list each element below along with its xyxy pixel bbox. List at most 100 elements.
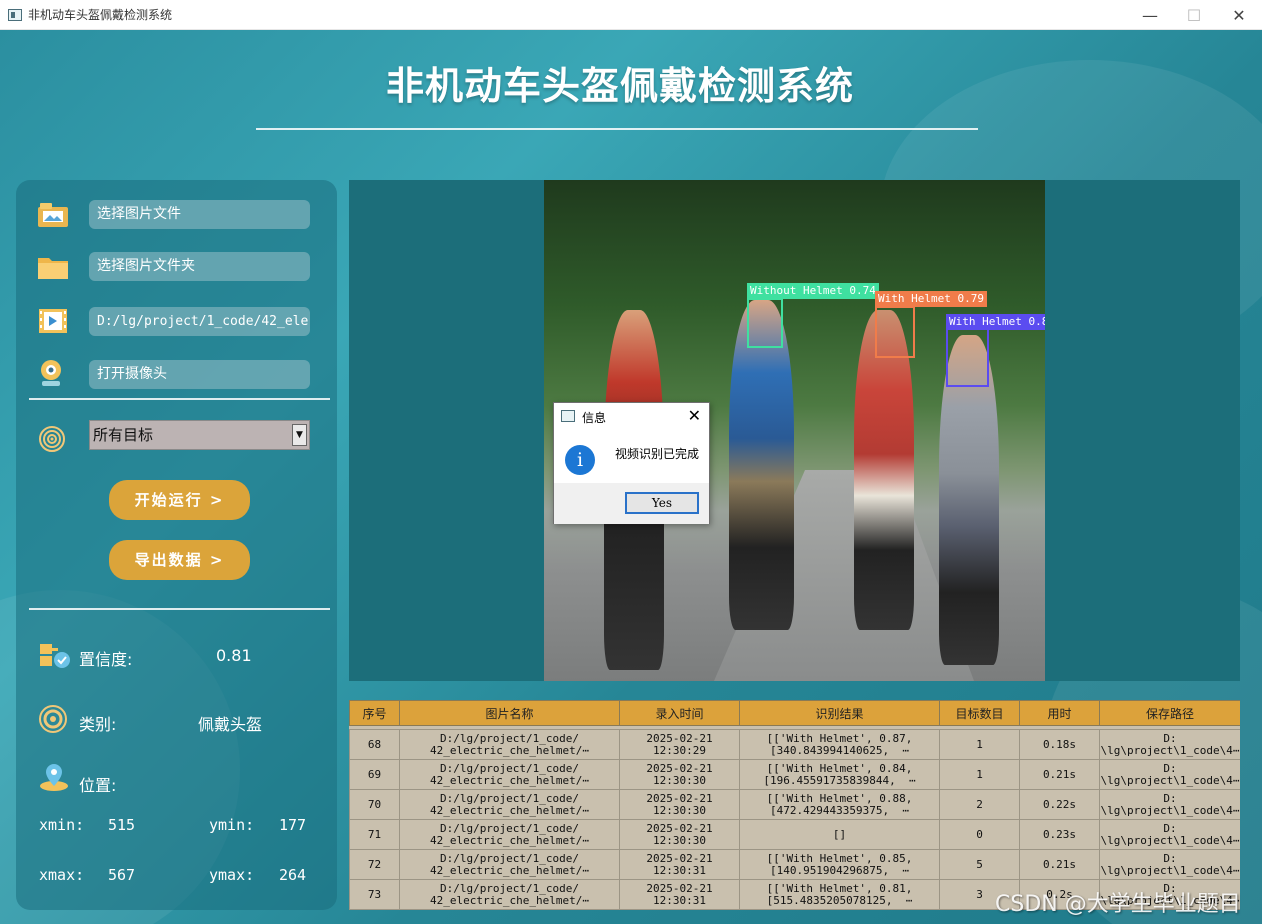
- detection-box: [946, 328, 989, 387]
- category-label: 类别:: [79, 715, 117, 734]
- table-cell: D:/lg/project/1_code/ 42_electric_che_he…: [399, 849, 620, 880]
- target-icon: [39, 426, 65, 452]
- close-button[interactable]: ✕: [1216, 0, 1262, 30]
- dialog-message: 视频识别已完成: [615, 447, 700, 461]
- export-button[interactable]: 导出数据 >: [109, 540, 250, 580]
- maximize-button[interactable]: ☐: [1171, 0, 1217, 30]
- xmin-label: xmin:: [39, 816, 85, 834]
- table-cell: D:/lg/project/1_code/ 42_electric_che_he…: [399, 789, 620, 820]
- video-path-field[interactable]: D:/lg/project/1_code/42_ele: [89, 307, 310, 336]
- table-cell: [['With Helmet', 0.84, [196.455917358398…: [739, 759, 940, 790]
- table-cell: D: \lg\project\1_code\4⋯: [1099, 729, 1240, 760]
- dialog-app-icon: [561, 410, 575, 422]
- title-divider: [256, 128, 978, 130]
- table-cell: 71: [349, 819, 400, 850]
- ymax-label: ymax:: [209, 866, 255, 884]
- column-header[interactable]: 图片名称: [399, 700, 620, 726]
- results-table[interactable]: 序号 图片名称 录入时间 识别结果 目标数目 用时 保存路径 68 D:/lg/…: [349, 700, 1240, 910]
- table-cell: 0.21s: [1019, 849, 1100, 880]
- chevron-down-icon[interactable]: ▼: [292, 424, 307, 446]
- watermark-text: CSDN @大学生毕业题目: [995, 892, 1241, 917]
- table-cell: 2025-02-21 12:30:31: [619, 879, 740, 910]
- xmax-label: xmax:: [39, 866, 85, 884]
- yes-button[interactable]: Yes: [625, 492, 699, 514]
- start-button[interactable]: 开始运行 >: [109, 480, 250, 520]
- confidence-icon: [40, 644, 70, 668]
- select-folder-button[interactable]: 选择图片文件夹: [89, 252, 310, 281]
- camera-icon: [41, 360, 61, 386]
- panel-divider: [29, 608, 330, 610]
- table-cell: 2025-02-21 12:30:29: [619, 729, 740, 760]
- table-cell: 1: [939, 729, 1020, 760]
- table-cell: D: \lg\project\1_code\4⋯: [1099, 789, 1240, 820]
- target-select-value: 所有目标: [93, 426, 154, 444]
- table-cell: D:/lg/project/1_code/ 42_electric_che_he…: [399, 729, 620, 760]
- table-row[interactable]: 68 D:/lg/project/1_code/ 42_electric_che…: [349, 729, 1240, 760]
- column-header[interactable]: 用时: [1019, 700, 1100, 726]
- target-select[interactable]: 所有目标 ▼: [89, 420, 310, 450]
- panel-divider: [29, 398, 330, 400]
- table-row[interactable]: 70 D:/lg/project/1_code/ 42_electric_che…: [349, 789, 1240, 820]
- info-icon: i: [565, 445, 595, 475]
- column-header[interactable]: 录入时间: [619, 700, 740, 726]
- select-image-button[interactable]: 选择图片文件: [89, 200, 310, 229]
- table-cell: [['With Helmet', 0.85, [140.951904296875…: [739, 849, 940, 880]
- confidence-label: 置信度:: [79, 650, 133, 669]
- table-cell: 70: [349, 789, 400, 820]
- cyclist-figure: [854, 310, 914, 630]
- table-cell: 2025-02-21 12:30:30: [619, 759, 740, 790]
- table-row[interactable]: 71 D:/lg/project/1_code/ 42_electric_che…: [349, 819, 1240, 850]
- table-cell: D:/lg/project/1_code/ 42_electric_che_he…: [399, 819, 620, 850]
- table-cell: 0.23s: [1019, 819, 1100, 850]
- table-cell: [['With Helmet', 0.81, [515.483520507812…: [739, 879, 940, 910]
- ymin-label: ymin:: [209, 816, 255, 834]
- window-title: 非机动车头盔佩戴检测系统: [28, 8, 173, 22]
- control-panel: 选择图片文件 选择图片文件夹 D:/lg/project/1_code/42_e…: [16, 180, 337, 910]
- open-camera-button[interactable]: 打开摄像头: [89, 360, 310, 389]
- dialog-title: 信息: [582, 411, 607, 425]
- table-cell: 73: [349, 879, 400, 910]
- xmax-value: 567: [108, 866, 136, 884]
- category-value: 佩戴头盔: [198, 715, 263, 734]
- table-cell: [['With Helmet', 0.87, [340.843994140625…: [739, 729, 940, 760]
- column-header[interactable]: 识别结果: [739, 700, 940, 726]
- column-header[interactable]: 保存路径: [1099, 700, 1240, 726]
- table-cell: 0: [939, 819, 1020, 850]
- image-display-panel: Without Helmet 0.74 With Helmet 0.79 Wit…: [349, 180, 1240, 681]
- table-cell: 2: [939, 789, 1020, 820]
- info-dialog: 信息 ✕ i 视频识别已完成 Yes: [553, 402, 710, 524]
- dialog-close-button[interactable]: ✕: [688, 406, 701, 425]
- category-icon: [39, 705, 67, 733]
- location-pin-icon: [40, 764, 68, 791]
- ymin-value: 177: [279, 816, 307, 834]
- column-header[interactable]: 目标数目: [939, 700, 1020, 726]
- app-icon: [8, 8, 22, 21]
- table-cell: D: \lg\project\1_code\4⋯: [1099, 849, 1240, 880]
- folder-icon: [38, 258, 68, 279]
- table-cell: 2025-02-21 12:30:30: [619, 819, 740, 850]
- table-cell: 2025-02-21 12:30:30: [619, 789, 740, 820]
- table-cell: 0.22s: [1019, 789, 1100, 820]
- dialog-titlebar: 信息 ✕: [554, 403, 709, 431]
- column-header[interactable]: 序号: [349, 700, 400, 726]
- ymax-value: 264: [279, 866, 307, 884]
- minimize-button[interactable]: —: [1127, 0, 1173, 30]
- table-cell: 1: [939, 759, 1020, 790]
- table-row[interactable]: 72 D:/lg/project/1_code/ 42_electric_che…: [349, 849, 1240, 880]
- position-label: 位置:: [79, 776, 117, 795]
- detection-box: [747, 298, 783, 348]
- confidence-value: 0.81: [216, 646, 252, 665]
- detection-box: [875, 306, 915, 358]
- video-file-icon: [39, 309, 67, 333]
- dialog-footer: Yes: [554, 483, 709, 524]
- table-cell: 0.18s: [1019, 729, 1100, 760]
- xmin-value: 515: [108, 816, 136, 834]
- table-row[interactable]: 69 D:/lg/project/1_code/ 42_electric_che…: [349, 759, 1240, 790]
- table-cell: D: \lg\project\1_code\4⋯: [1099, 819, 1240, 850]
- table-cell: 69: [349, 759, 400, 790]
- window-titlebar: 非机动车头盔佩戴检测系统 — ☐ ✕: [0, 0, 1262, 30]
- detection-label: With Helmet 0.8: [946, 314, 1045, 330]
- table-cell: 0.21s: [1019, 759, 1100, 790]
- detection-label: With Helmet 0.79: [875, 291, 987, 307]
- image-file-icon: [38, 203, 68, 227]
